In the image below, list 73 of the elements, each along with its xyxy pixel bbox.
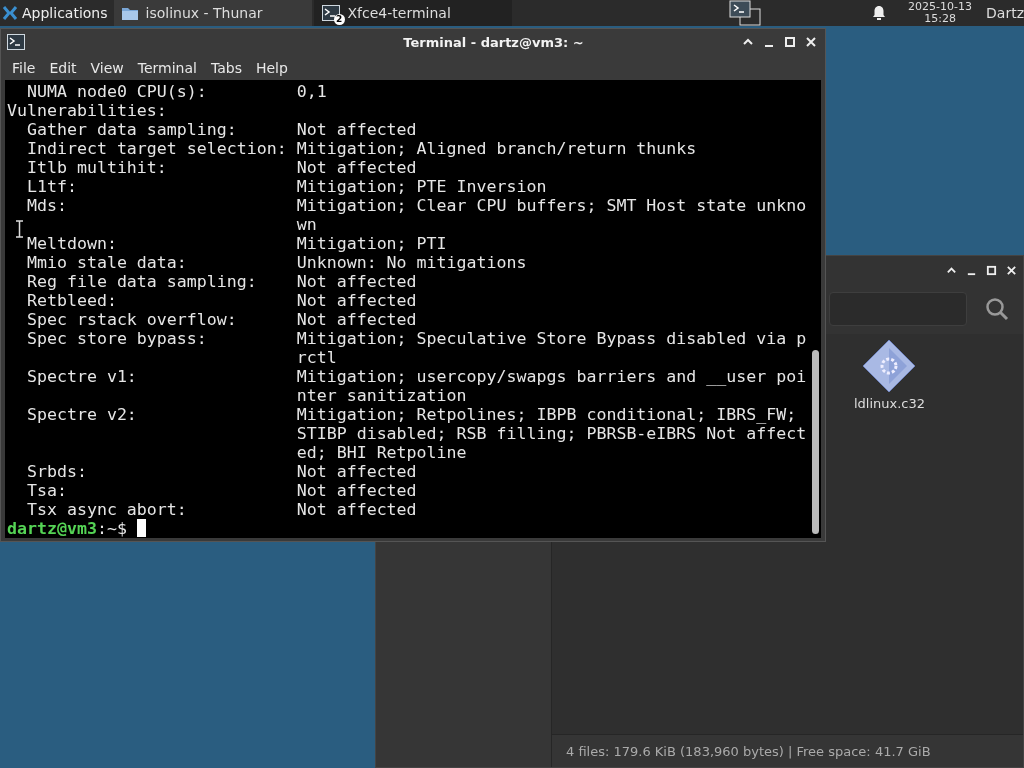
terminal-icon	[321, 5, 340, 21]
terminal-value: STIBP disabled; RSB filling; PBRSB-eIBRS Not affect	[296, 424, 807, 443]
menu-item[interactable]: Terminal	[130, 59, 204, 76]
terminal-value: Not affected	[296, 500, 417, 519]
menu-item[interactable]: View	[83, 59, 131, 76]
clock-time[interactable]: 15:28	[924, 13, 956, 25]
terminal-label: Mmio stale data:	[26, 253, 188, 272]
logo-icon[interactable]	[2, 5, 18, 21]
terminal-label: Gather data sampling:	[26, 120, 238, 139]
window-title: Terminal - dartz@vm3: ~	[402, 34, 585, 50]
menu-item[interactable]: Tabs	[203, 59, 249, 76]
status-text: 4 files: 179.6 KiB (183,960 bytes) | Free space: 41.7 GiB	[566, 743, 931, 759]
terminal-value: Unknown: No mitigations	[296, 253, 527, 272]
terminal-value: nter sanitization	[296, 386, 467, 405]
menu-item[interactable]: File	[5, 59, 43, 76]
file-icon[interactable]	[861, 338, 918, 394]
terminal-label: Spectre v1:	[26, 367, 138, 386]
terminal-label: Tsx async abort:	[26, 500, 188, 519]
terminal-value: Not affected	[296, 481, 417, 500]
terminal-label: Tsa:	[26, 481, 68, 500]
mouse-pointer-icon	[15, 220, 24, 238]
shade-icon[interactable]	[946, 264, 957, 276]
taskbar-button[interactable]: isolinux - Thunar	[113, 0, 312, 26]
terminal-value: Not affected	[296, 272, 417, 291]
terminal-label: Meltdown:	[26, 234, 118, 253]
terminal-label: NUMA node0 CPU(s):	[26, 82, 208, 101]
terminal-value: Mitigation; PTE Inversion	[296, 177, 547, 196]
taskbar-button[interactable]: 2 Xfce4-terminal	[313, 0, 512, 26]
windows-icon[interactable]	[728, 0, 763, 26]
terminal-value: Mitigation; Aligned branch/return thunks	[296, 139, 697, 158]
search-icon[interactable]	[985, 297, 1009, 321]
text-cursor	[136, 519, 146, 537]
close-icon[interactable]	[805, 36, 817, 49]
maximize-icon[interactable]	[784, 36, 796, 49]
terminal-value: Not affected	[296, 120, 417, 139]
shell-prompt: dartz@vm3:~$	[7, 519, 127, 538]
maximize-icon[interactable]	[986, 264, 997, 276]
terminal-heading: Vulnerabilities:	[7, 101, 167, 120]
terminal-label: Indirect target selection:	[26, 139, 288, 158]
terminal-label: Spec store bypass:	[26, 329, 208, 348]
terminal-value: Mitigation; Clear CPU buffers; SMT Host state unkno	[296, 196, 807, 215]
terminal-value: Mitigation; usercopy/swapgs barriers and __user poi	[296, 367, 807, 386]
terminal-value: Not affected	[296, 158, 417, 177]
applications-menu[interactable]: Applications	[22, 5, 108, 21]
terminal-value: ed; BHI Retpoline	[296, 443, 467, 462]
terminal-icon	[7, 34, 25, 51]
menu-item[interactable]: Edit	[42, 59, 84, 76]
terminal-value: Mitigation; Speculative Store Bypass disabled via p	[296, 329, 807, 348]
terminal-label: Itlb multihit:	[26, 158, 168, 177]
terminal-label: L1tf:	[26, 177, 78, 196]
terminal-label: Mds:	[26, 196, 68, 215]
terminal-value: rctl	[296, 348, 337, 367]
terminal-value: 0,1	[296, 82, 327, 101]
terminal-label: Srbds:	[26, 462, 88, 481]
menu-item[interactable]: Help	[248, 59, 295, 76]
user-menu[interactable]: Dartz	[986, 5, 1024, 21]
terminal-label: Spectre v2:	[26, 405, 138, 424]
terminal-value: Mitigation; Retpolines; IBPB conditional; IBRS_FW;	[296, 405, 797, 424]
window-count-badge: 2	[333, 14, 345, 25]
terminal-value: wn	[296, 215, 317, 234]
terminal-label: Spec rstack overflow:	[26, 310, 238, 329]
terminal-value: Not affected	[296, 462, 417, 481]
close-icon[interactable]	[1006, 264, 1017, 276]
terminal-label: Retbleed:	[26, 291, 118, 310]
file-name[interactable]: ldlinux.c32	[853, 396, 925, 411]
terminal-value: Mitigation; PTI	[296, 234, 447, 253]
terminal-value: Not affected	[296, 310, 417, 329]
clock-date[interactable]: 2025-10-13	[908, 1, 973, 13]
terminal-value: Not affected	[296, 291, 417, 310]
folder-icon	[121, 6, 138, 20]
scrollbar-thumb[interactable]	[812, 350, 819, 534]
bell-icon[interactable]	[872, 5, 887, 21]
terminal-label: Reg file data sampling:	[26, 272, 258, 291]
